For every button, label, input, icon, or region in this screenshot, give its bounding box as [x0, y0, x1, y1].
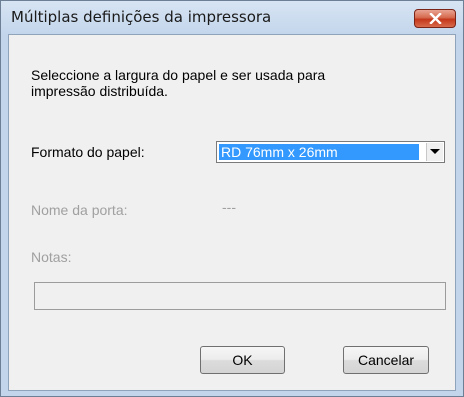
cancel-button[interactable]: Cancelar [343, 346, 429, 374]
notes-field[interactable] [34, 282, 446, 310]
instruction-line-1: Seleccione a largura do papel e ser usad… [31, 67, 326, 83]
close-icon [429, 13, 442, 24]
dialog-body: Seleccione a largura do papel e ser usad… [8, 34, 456, 391]
paper-format-label: Formato do papel: [31, 144, 145, 160]
instruction-text: Seleccione a largura do papel e ser usad… [31, 67, 325, 99]
port-name-label: Nome da porta: [31, 202, 128, 218]
instruction-line-2: impressão distribuída. [31, 83, 168, 99]
close-button[interactable] [414, 9, 456, 28]
notes-label: Notas: [31, 249, 72, 265]
title-bar[interactable]: Múltiplas definições da impressora [1, 1, 463, 34]
ok-button[interactable]: OK [200, 346, 285, 374]
port-name-value: --- [222, 199, 236, 215]
paper-format-select[interactable]: RD 76mm x 26mm [216, 141, 445, 163]
dropdown-button[interactable] [426, 143, 443, 161]
printer-settings-dialog: Múltiplas definições da impressora Selec… [0, 0, 464, 397]
paper-format-selected-value: RD 76mm x 26mm [219, 144, 419, 160]
window-title: Múltiplas definições da impressora [11, 8, 272, 26]
chevron-down-icon [430, 149, 440, 154]
